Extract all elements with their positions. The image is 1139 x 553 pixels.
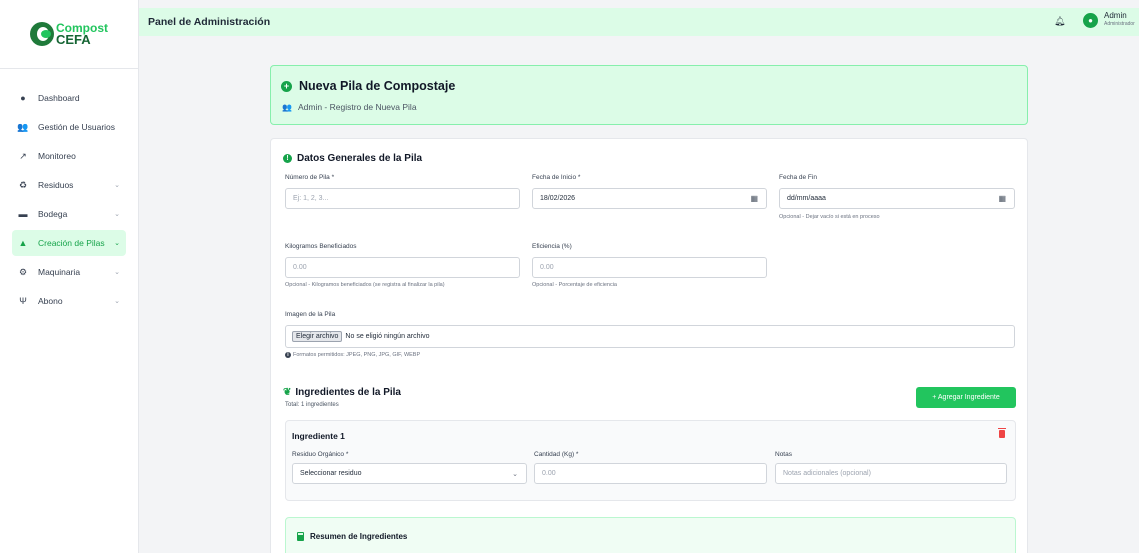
fecha-inicio-label: Fecha de Inicio * <box>532 174 581 181</box>
fecha-inicio-input[interactable]: 18/02/2026 ▦ <box>532 188 767 209</box>
summary-title-label: Resumen de Ingredientes <box>310 532 408 541</box>
choose-file-button[interactable]: Elegir archivo <box>292 331 343 342</box>
kilogramos-help: Opcional - Kilogramos beneficiados (se r… <box>285 282 445 288</box>
eficiencia-help: Opcional - Porcentaje de eficiencia <box>532 282 617 288</box>
fecha-fin-help: Opcional - Dejar vacío si está en proces… <box>779 214 880 220</box>
sidebar-item-dashboard[interactable]: ● Dashboard <box>12 85 126 111</box>
kilogramos-label: Kilogramos Beneficiados <box>285 243 357 250</box>
cantidad-input[interactable]: 0.00 <box>534 463 767 484</box>
info-circle-icon: i <box>285 352 291 358</box>
calculator-icon <box>297 532 304 541</box>
chevron-down-icon: ⌄ <box>512 470 518 478</box>
numero-placeholder: Ej: 1, 2, 3... <box>293 195 329 202</box>
fecha-fin-value: dd/mm/aaaa <box>787 195 826 202</box>
cantidad-placeholder: 0.00 <box>542 470 556 477</box>
notas-input[interactable]: Notas adicionales (opcional) <box>775 463 1007 484</box>
logo-line2: CEFA <box>56 32 91 47</box>
imagen-help-row: i Formatos permitidos: JPEG, PNG, JPG, G… <box>285 352 420 358</box>
mountain-icon: ▲ <box>18 238 28 248</box>
chevron-down-icon: ⌄ <box>114 182 120 189</box>
imagen-file-input[interactable]: Elegir archivo No se eligió ningún archi… <box>285 325 1015 348</box>
warehouse-icon: ▬ <box>18 209 28 219</box>
general-section-title: ! Datos Generales de la Pila <box>283 153 422 164</box>
summary-title: Resumen de Ingredientes <box>297 532 407 541</box>
avatar[interactable]: ● <box>1083 13 1098 28</box>
fecha-inicio-value: 18/02/2026 <box>540 195 576 202</box>
ingredient-title: Ingrediente 1 <box>292 431 345 441</box>
chevron-down-icon: ⌄ <box>114 269 120 276</box>
sidebar-item-label: Abono <box>38 296 63 306</box>
chevron-down-icon: ⌄ <box>114 211 120 218</box>
residuo-selected: Seleccionar residuo <box>300 470 362 477</box>
calendar-icon[interactable]: ▦ <box>750 194 758 203</box>
header-title: Panel de Administración <box>148 16 271 28</box>
trash-icon[interactable] <box>998 428 1006 438</box>
fecha-fin-label: Fecha de Fin <box>779 174 817 181</box>
logo[interactable]: Compost CEFA <box>0 0 138 69</box>
chevron-down-icon: ⌄ <box>114 240 120 247</box>
numero-input[interactable]: Ej: 1, 2, 3... <box>285 188 520 209</box>
user-name: Admin <box>1104 11 1127 20</box>
sidebar: Compost CEFA ● Dashboard 👥 Gestión de Us… <box>0 0 139 553</box>
plus-circle-icon: + <box>281 80 292 92</box>
kilogramos-input[interactable]: 0.00 <box>285 257 520 278</box>
residuo-select[interactable]: Seleccionar residuo ⌄ <box>292 463 527 484</box>
user-role: Administrador <box>1104 21 1135 27</box>
pila-form: ! Datos Generales de la Pila Número de P… <box>270 138 1028 553</box>
sidebar-item-label: Monitoreo <box>38 151 76 161</box>
imagen-label: Imagen de la Pila <box>285 311 336 318</box>
recycle-icon: ♻ <box>18 179 28 190</box>
page-title-card: + Nueva Pila de Compostaje 👥 Admin - Reg… <box>270 65 1028 125</box>
numero-label: Número de Pila * <box>285 174 335 181</box>
sidebar-nav: ● Dashboard 👥 Gestión de Usuarios ↗ Moni… <box>0 69 138 314</box>
notas-placeholder: Notas adicionales (opcional) <box>783 470 871 477</box>
user-info[interactable]: Admin Administrador <box>1104 11 1135 29</box>
sidebar-item-label: Creación de Pilas <box>38 238 105 248</box>
user-plus-icon: 👥 <box>282 102 292 112</box>
fecha-fin-input[interactable]: dd/mm/aaaa ▦ <box>779 188 1015 209</box>
eficiencia-input[interactable]: 0.00 <box>532 257 767 278</box>
ingredient-card: Ingrediente 1 Residuo Orgánico * Selecci… <box>285 420 1016 501</box>
sidebar-item-label: Maquinaria <box>38 267 81 277</box>
leaf-icon: ❦ <box>283 387 292 398</box>
seedling-icon: Ψ <box>19 296 27 306</box>
page-subtitle: Admin - Registro de Nueva Pila <box>297 102 417 112</box>
sidebar-item-label: Residuos <box>38 180 74 190</box>
bell-icon[interactable]: 🔔︎ <box>1054 16 1065 27</box>
sidebar-item-residuos[interactable]: ♻ Residuos ⌄ <box>12 172 126 198</box>
sidebar-item-label: Gestión de Usuarios <box>38 122 116 132</box>
add-ingredient-button[interactable]: + Agregar Ingrediente <box>916 387 1016 408</box>
residuo-label: Residuo Orgánico * <box>292 451 349 458</box>
sidebar-item-maquinaria[interactable]: ⚙ Maquinaria ⌄ <box>12 259 126 285</box>
info-circle-icon: ! <box>283 154 292 163</box>
sidebar-item-label: Dashboard <box>38 93 80 103</box>
sidebar-item-monitoreo[interactable]: ↗ Monitoreo <box>12 143 126 169</box>
notas-label: Notas <box>775 451 792 458</box>
general-section-label: Datos Generales de la Pila <box>297 153 423 164</box>
chart-line-icon: ↗ <box>19 150 27 161</box>
page-title: Nueva Pila de Compostaje <box>299 79 456 93</box>
chevron-down-icon: ⌄ <box>114 298 120 305</box>
sidebar-item-users[interactable]: 👥 Gestión de Usuarios <box>12 114 126 140</box>
cogs-icon: ⚙ <box>18 266 28 277</box>
kilogramos-placeholder: 0.00 <box>293 264 307 271</box>
compost-logo-icon <box>30 22 54 46</box>
sidebar-item-bodega[interactable]: ▬ Bodega ⌄ <box>12 201 126 227</box>
eficiencia-placeholder: 0.00 <box>540 264 554 271</box>
ingredients-summary-card: Resumen de Ingredientes <box>285 517 1016 553</box>
top-header: Panel de Administración 🔔︎ ● Admin Admin… <box>139 8 1139 36</box>
palette-icon: ● <box>20 93 26 103</box>
ingredients-section-title: ❦ Ingredientes de la Pila <box>283 387 401 398</box>
ingredients-total: Total: 1 ingredientes <box>285 402 339 408</box>
file-status: No se eligió ningún archivo <box>345 333 430 340</box>
imagen-help: Formatos permitidos: JPEG, PNG, JPG, GIF… <box>293 352 421 358</box>
sidebar-item-label: Bodega <box>38 209 68 219</box>
ingredients-section-label: Ingredientes de la Pila <box>295 387 401 398</box>
sidebar-item-abono[interactable]: Ψ Abono ⌄ <box>12 288 126 314</box>
calendar-icon[interactable]: ▦ <box>998 194 1006 203</box>
eficiencia-label: Eficiencia (%) <box>532 243 572 250</box>
sidebar-item-creacion-pilas[interactable]: ▲ Creación de Pilas ⌄ <box>12 230 126 256</box>
cantidad-label: Cantidad (Kg) * <box>534 451 579 458</box>
users-icon: 👥 <box>17 121 29 132</box>
